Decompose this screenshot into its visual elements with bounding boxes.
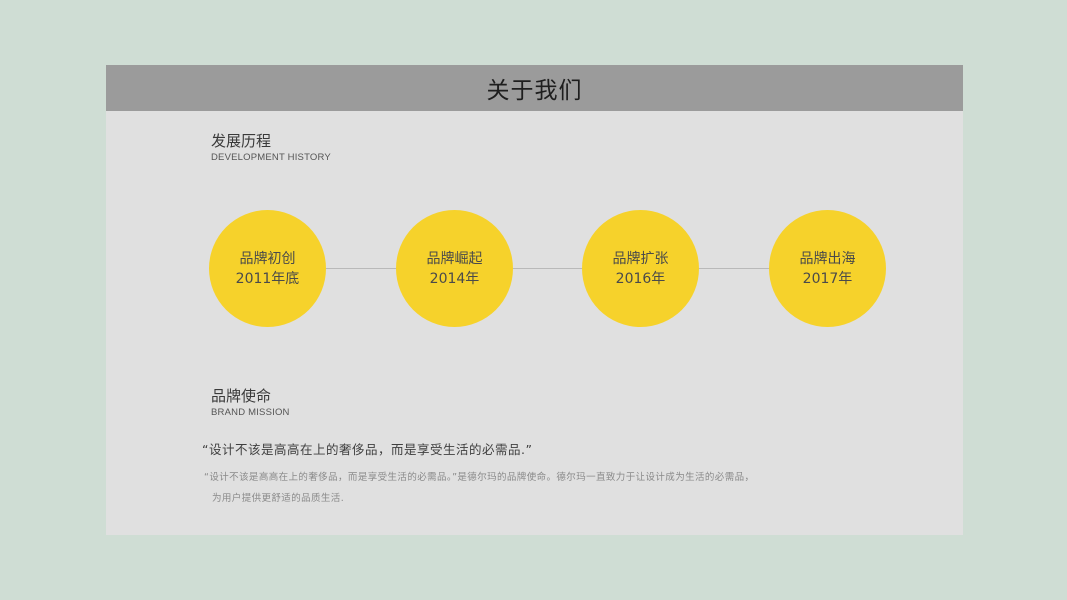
about-us-slide: 关于我们 发展历程 DEVELOPMENT HISTORY 品牌初创 2011年…: [106, 65, 963, 535]
milestone-year: 2017年: [802, 270, 853, 287]
milestone-year: 2014年: [429, 270, 480, 287]
milestone-label: 品牌出海: [799, 250, 856, 267]
milestone-label: 品牌扩张: [612, 250, 669, 267]
mission-description-line-2: 为用户提供更舒适的品质生活.: [212, 493, 345, 504]
milestone-circle-1: 品牌初创 2011年底: [209, 210, 326, 327]
mission-quote: “设计不该是高高在上的奢侈品，而是享受生活的必需品.”: [202, 442, 533, 457]
mission-description-line-1: “设计不该是高高在上的奢侈品，而是享受生活的必需品。”是德尔玛的品牌使命。德尔玛…: [204, 472, 755, 483]
mission-description: “设计不该是高高在上的奢侈品，而是享受生活的必需品。”是德尔玛的品牌使命。德尔玛…: [204, 467, 754, 509]
milestone-year: 2016年: [615, 270, 666, 287]
milestone-year: 2011年底: [235, 270, 300, 287]
timeline-connector-line: [266, 268, 826, 269]
milestone-label: 品牌崛起: [426, 250, 483, 267]
milestone-circle-3: 品牌扩张 2016年: [582, 210, 699, 327]
milestone-circle-4: 品牌出海 2017年: [769, 210, 886, 327]
milestone-label: 品牌初创: [239, 250, 296, 267]
history-timeline: 品牌初创 2011年底 品牌崛起 2014年 品牌扩张 2016年 品牌出海 2…: [106, 65, 963, 535]
milestone-circle-2: 品牌崛起 2014年: [396, 210, 513, 327]
mission-section-title: 品牌使命: [211, 387, 272, 405]
mission-section-subtitle: BRAND MISSION: [211, 407, 290, 418]
